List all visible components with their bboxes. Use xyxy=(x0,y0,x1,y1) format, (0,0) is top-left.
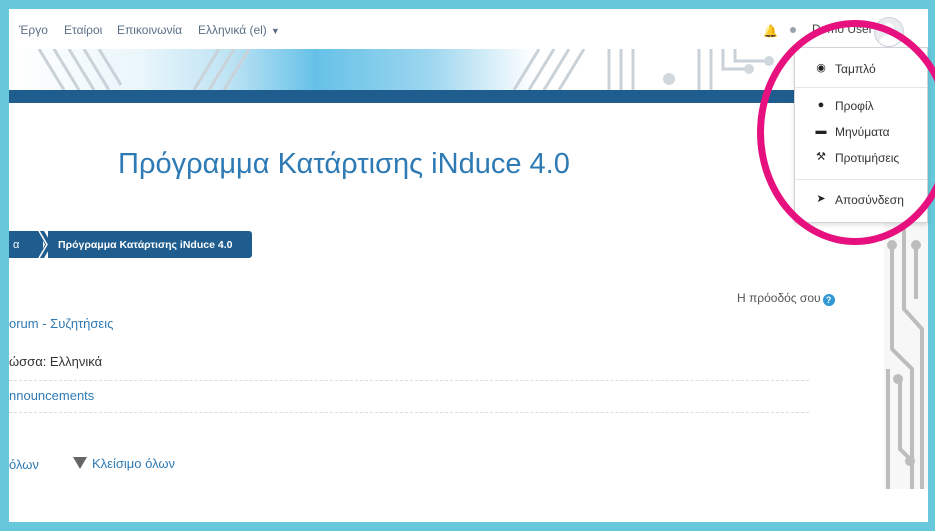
user-menu-name[interactable]: Demo User xyxy=(812,22,873,36)
header-banner xyxy=(9,49,884,90)
messages-icon[interactable] xyxy=(790,27,796,33)
breadcrumb-current-label: Πρόγραμμα Κατάρτισης iNduce 4.0 xyxy=(58,239,233,251)
language-note: ώσσα: Ελληνικά xyxy=(9,354,103,369)
banner-strip xyxy=(9,90,884,103)
frame-border-bottom xyxy=(0,522,935,531)
avatar[interactable] xyxy=(874,17,904,47)
progress-indicator: Η πρόοδός σου? xyxy=(737,291,835,306)
section-divider xyxy=(9,412,809,413)
breadcrumb-parent-label: α xyxy=(13,239,20,251)
menu-item-profile[interactable]: ● Προφίλ xyxy=(795,96,927,116)
menu-item-label: Προτιμήσεις xyxy=(835,151,900,165)
bell-icon[interactable]: 🔔 xyxy=(763,24,778,38)
menu-divider xyxy=(795,87,927,88)
help-icon[interactable]: ? xyxy=(822,294,835,306)
collapse-all-label: Κλείσιμο όλων xyxy=(92,456,176,471)
page-title: Πρόγραμμα Κατάρτισης iNduce 4.0 xyxy=(118,148,570,180)
nav-link-partners[interactable]: Εταίροι xyxy=(64,23,102,37)
circuit-pattern xyxy=(37,49,774,90)
frame-border-top xyxy=(0,0,935,9)
nav-link-project[interactable]: Έργο xyxy=(19,23,48,37)
progress-label: Η πρόοδός σου xyxy=(737,291,821,305)
message-icon: ▬ xyxy=(815,125,827,137)
menu-item-label: Ταμπλό xyxy=(835,62,876,76)
collapse-triangle-icon xyxy=(73,457,87,469)
menu-item-logout[interactable]: ➤ Αποσύνδεση xyxy=(795,190,927,210)
collapse-all-link[interactable]: Κλείσιμο όλων xyxy=(73,456,175,471)
menu-item-dashboard[interactable]: ◉ Ταμπλό xyxy=(795,59,927,79)
menu-item-label: Αποσύνδεση xyxy=(835,193,904,207)
logout-icon: ➤ xyxy=(816,193,826,205)
user-icon: ● xyxy=(817,99,825,111)
frame-border-left xyxy=(0,0,9,531)
language-selector[interactable]: Ελληνικά (el) ▼ xyxy=(198,23,280,37)
nav-link-contact[interactable]: Επικοινωνία xyxy=(117,23,182,37)
breadcrumb-item-current[interactable]: Πρόγραμμα Κατάρτισης iNduce 4.0 xyxy=(48,231,252,258)
forum-link[interactable]: orum - Συζητήσεις xyxy=(9,316,113,331)
menu-item-label: Μηνύματα xyxy=(835,125,890,139)
user-dropdown-menu: ◉ Ταμπλό ● Προφίλ ▬ Μηνύματα ⚒ Προτιμήσε… xyxy=(794,47,928,223)
frame-border-right xyxy=(928,0,935,531)
menu-item-label: Προφίλ xyxy=(835,99,874,113)
announcements-link[interactable]: nnouncements xyxy=(9,388,94,403)
language-selector-label: Ελληνικά (el) xyxy=(198,23,267,37)
dashboard-icon: ◉ xyxy=(816,62,826,74)
expand-all-link[interactable]: όλων xyxy=(9,457,39,472)
section-divider xyxy=(9,380,809,381)
wrench-icon: ⚒ xyxy=(816,151,826,163)
menu-divider xyxy=(795,179,927,180)
menu-item-messages[interactable]: ▬ Μηνύματα xyxy=(795,122,927,142)
menu-item-preferences[interactable]: ⚒ Προτιμήσεις xyxy=(795,148,927,168)
caret-down-icon: ▼ xyxy=(270,26,280,36)
